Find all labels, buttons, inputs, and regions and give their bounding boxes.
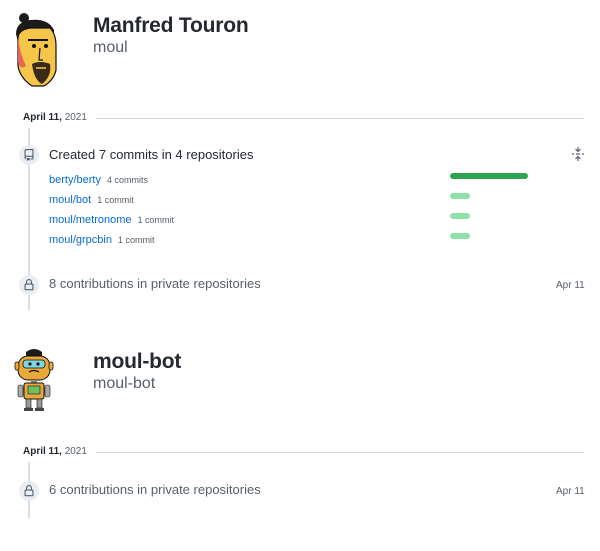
- date-heading: April 11, 2021: [23, 112, 87, 123]
- avatar-manfred-image: [16, 13, 57, 87]
- avatar-manfred[interactable]: [10, 10, 62, 90]
- private-contributions-text: 6 contributions in private repositories: [49, 482, 261, 497]
- repo-link[interactable]: moul/bot: [49, 194, 91, 206]
- lock-icon: [24, 485, 34, 497]
- avatar-moul-bot[interactable]: [14, 346, 54, 412]
- repo-push-icon: [24, 149, 34, 161]
- date-year: 2021: [64, 446, 87, 457]
- commit-bar: [450, 233, 470, 239]
- repo-row: berty/berty 4 commits: [49, 170, 148, 188]
- date-divider: [96, 452, 584, 453]
- commit-count: 1 commit: [97, 195, 134, 205]
- user-login[interactable]: moul: [93, 39, 128, 57]
- repo-link[interactable]: moul/metronome: [49, 214, 132, 226]
- date-heading: April 11, 2021: [23, 446, 87, 457]
- commit-count: 4 commits: [106, 175, 148, 185]
- commit-count: 1 commit: [117, 235, 155, 245]
- user-login[interactable]: moul-bot: [93, 375, 155, 393]
- event-date: Apr 11: [556, 280, 585, 291]
- commit-bar: [450, 213, 470, 219]
- user-name[interactable]: Manfred Touron: [93, 14, 249, 38]
- commit-count: 1 commit: [137, 215, 175, 225]
- repo-link[interactable]: berty/berty: [49, 174, 101, 186]
- date-divider: [96, 118, 584, 119]
- commit-bar: [450, 193, 470, 199]
- user-name[interactable]: moul-bot: [93, 350, 181, 374]
- fold-icon: [572, 147, 584, 161]
- commit-bar: [450, 173, 528, 179]
- private-badge: [19, 275, 39, 295]
- date-year: 2021: [64, 112, 87, 123]
- private-badge: [19, 481, 39, 501]
- commit-bars: [450, 173, 528, 243]
- commits-badge: [19, 145, 39, 165]
- date-label: April 11,: [23, 446, 62, 457]
- fold-button[interactable]: [571, 147, 585, 161]
- avatar-moul-bot-image: [14, 349, 54, 411]
- private-contributions-text: 8 contributions in private repositories: [49, 276, 261, 291]
- repo-row: moul/metronome 1 commit: [49, 210, 174, 228]
- repo-row: moul/bot 1 commit: [49, 190, 134, 208]
- repo-link[interactable]: moul/grpcbin: [49, 234, 112, 246]
- date-label: April 11,: [23, 112, 62, 123]
- lock-icon: [24, 279, 34, 291]
- commits-event-title: Created 7 commits in 4 repositories: [49, 147, 254, 162]
- repo-row: moul/grpcbin 1 commit: [49, 230, 155, 248]
- event-date: Apr 11: [556, 486, 585, 497]
